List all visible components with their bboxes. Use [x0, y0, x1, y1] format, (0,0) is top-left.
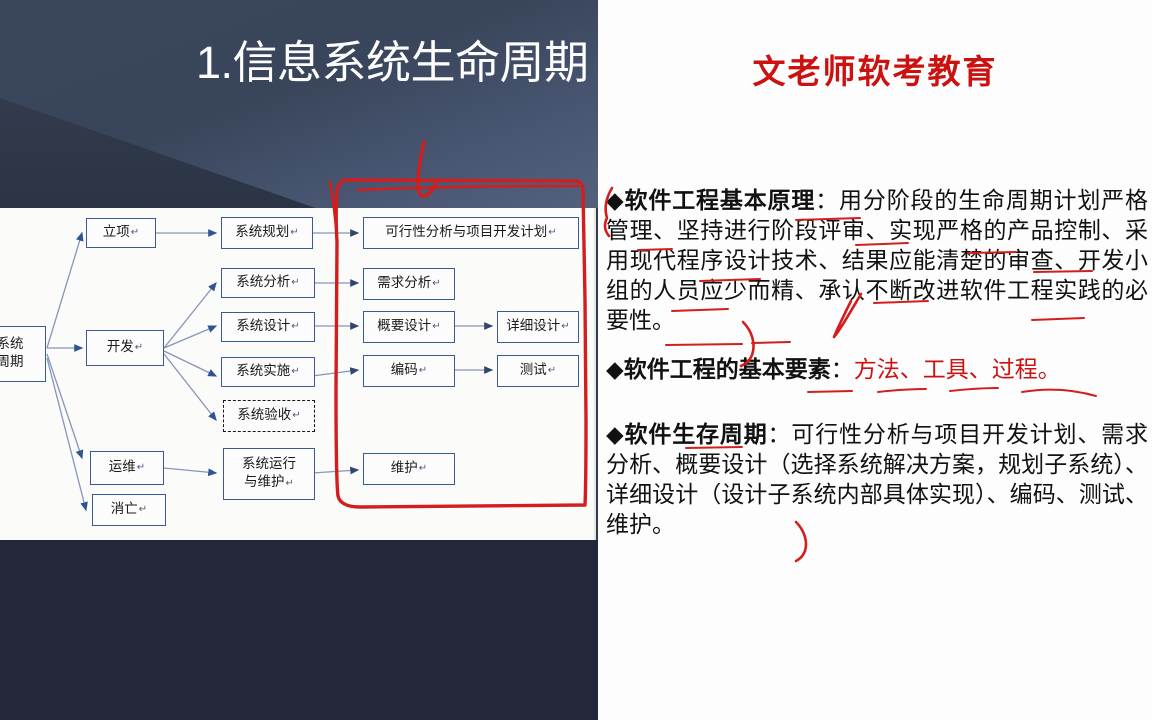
- note-colon: ：: [830, 357, 854, 383]
- diagram-node-gaiyaosheji-label: 概要设计: [377, 318, 432, 335]
- note-body-highlight: 方法、工具、过程。: [853, 357, 1061, 383]
- lifecycle-diagram: 系统验收 系统 周期 立项↵ 开发↵ 运维↵ 消亡↵ 系统规划↵ 系统分: [0, 208, 596, 540]
- paragraph-mark-icon: ↵: [418, 365, 428, 377]
- paragraph-mark-icon: ↵: [134, 342, 144, 354]
- note-colon: ：: [815, 188, 840, 214]
- paragraph-mark-icon: ↵: [291, 366, 300, 378]
- paragraph-mark-icon: ↵: [548, 227, 557, 239]
- diagram-node-lixiang: 立项 ↵: [86, 218, 156, 248]
- note-heading: 软件生存周期: [624, 422, 768, 448]
- paragraph-mark-icon: ↵: [547, 365, 557, 377]
- note-bullet-icon: ◆: [606, 188, 625, 214]
- note-bullet-icon: ◆: [606, 357, 624, 383]
- notes-pane: 文老师软考教育 ◆软件工程基本原理：用分阶段的生命周期计划严格管理、坚持进行阶段…: [598, 0, 1152, 720]
- diagram-node-xuqiufenxi-label: 需求分析: [377, 275, 432, 292]
- diagram-node-bianma: 编码 ↵: [363, 355, 455, 387]
- diagram-node-xitongguihua: 系统规划 ↵: [221, 217, 313, 249]
- diagram-node-xitongguihua-label: 系统规划: [235, 224, 290, 241]
- note-paragraph-lifecycle: ◆软件生存周期：可行性分析与项目开发计划、需求分析、概要设计（选择系统解决方案，…: [606, 420, 1148, 540]
- diagram-node-xitongshishi-label: 系统实施: [236, 363, 291, 380]
- diagram-node-weihu: 维护 ↵: [363, 453, 455, 485]
- diagram-node-xuqiufenxi: 需求分析 ↵: [363, 268, 455, 300]
- note-paragraph-principles: ◆软件工程基本原理：用分阶段的生命周期计划严格管理、坚持进行阶段评审、实现严格的…: [606, 186, 1148, 336]
- diagram-node-kexingxing-label: 可行性分析与项目开发计划: [385, 224, 548, 241]
- page-title: 1.信息系统生命周期: [196, 37, 589, 88]
- diagram-right-edge: [594, 208, 596, 540]
- diagram-node-gaiyaosheji: 概要设计 ↵: [363, 311, 455, 343]
- diagram-node-kaifa: 开发 ↵: [86, 330, 164, 366]
- diagram-node-xitongyunxing-label-2: 与维护↵: [244, 474, 294, 490]
- paragraph-mark-icon: ↵: [291, 277, 300, 289]
- diagram-node-xiangxisheji-label: 详细设计: [506, 318, 561, 335]
- diagram-node-kaifa-label: 开发: [106, 339, 134, 356]
- paragraph-mark-icon: ↵: [432, 321, 441, 333]
- diagram-node-xiaowang-label: 消亡: [110, 501, 138, 518]
- paragraph-mark-icon: ↵: [130, 227, 140, 239]
- diagram-node-kexingxing: 可行性分析与项目开发计划 ↵: [363, 217, 579, 249]
- diagram-node-root-label-1: 系统: [0, 336, 24, 353]
- diagram-node-weihu-label: 维护: [390, 460, 418, 477]
- diagram-node-root: 系统验收 系统 周期: [0, 326, 46, 382]
- diagram-node-xitongsheji: 系统设计 ↵: [221, 312, 315, 342]
- note-colon: ：: [767, 422, 792, 448]
- diagram-node-yunwei-label: 运维: [108, 459, 136, 476]
- note-bullet-icon: ◆: [606, 422, 625, 448]
- brand-header: 文老师软考教育: [752, 52, 998, 91]
- diagram-node-xitongyunxing: 系统运行 与维护↵: [223, 448, 315, 500]
- diagram-node-lixiang-label: 立项: [102, 224, 130, 241]
- diagram-node-xitongyanshou: 系统验收 ↵: [223, 400, 315, 432]
- diagram-node-xitongyanshou-label: 系统验收: [237, 407, 292, 424]
- paragraph-mark-icon: ↵: [432, 278, 441, 290]
- diagram-node-ceshi: 测试 ↵: [497, 355, 579, 387]
- diagram-node-ceshi-label: 测试: [519, 362, 547, 379]
- slide-pane: 1.信息系统生命周期 系统 周期 立项 ↵ 开发 ↵ 运维 ↵ 消亡 ↵ 系统规…: [0, 0, 598, 720]
- paragraph-mark-icon: ↵: [291, 321, 300, 333]
- diagram-node-root-label-2: 周期: [0, 354, 24, 370]
- diagram-node-xitongfenxi: 系统分析 ↵: [221, 268, 315, 298]
- note-heading: 软件工程的基本要素: [623, 357, 831, 383]
- diagram-node-xitongshishi: 系统实施 ↵: [221, 357, 315, 387]
- diagram-node-xitongyunxing-label-1: 系统运行: [242, 456, 296, 473]
- diagram-node-xitongsheji-label: 系统设计: [236, 318, 291, 335]
- diagram-node-xiangxisheji: 详细设计 ↵: [497, 311, 579, 343]
- paragraph-mark-icon: ↵: [418, 463, 428, 475]
- diagram-node-bianma-label: 编码: [390, 362, 418, 379]
- slide-screenshot: 1.信息系统生命周期 系统 周期 立项 ↵ 开发 ↵ 运维 ↵ 消亡 ↵ 系统规…: [0, 0, 1152, 720]
- paragraph-mark-icon: ↵: [285, 478, 294, 489]
- paragraph-mark-icon: ↵: [136, 462, 146, 474]
- note-paragraph-elements: ◆软件工程的基本要素：方法、工具、过程。: [606, 355, 1148, 385]
- paragraph-mark-icon: ↵: [292, 410, 301, 422]
- paragraph-mark-icon: ↵: [561, 321, 570, 333]
- slide-background-bottom: [0, 540, 598, 720]
- diagram-node-xiaowang: 消亡 ↵: [92, 494, 166, 526]
- diagram-node-yunwei: 运维 ↵: [90, 451, 164, 485]
- paragraph-mark-icon: ↵: [138, 504, 148, 516]
- paragraph-mark-icon: ↵: [290, 227, 299, 239]
- diagram-node-xitongfenxi-label: 系统分析: [236, 274, 291, 291]
- note-heading: 软件工程基本原理: [624, 188, 816, 214]
